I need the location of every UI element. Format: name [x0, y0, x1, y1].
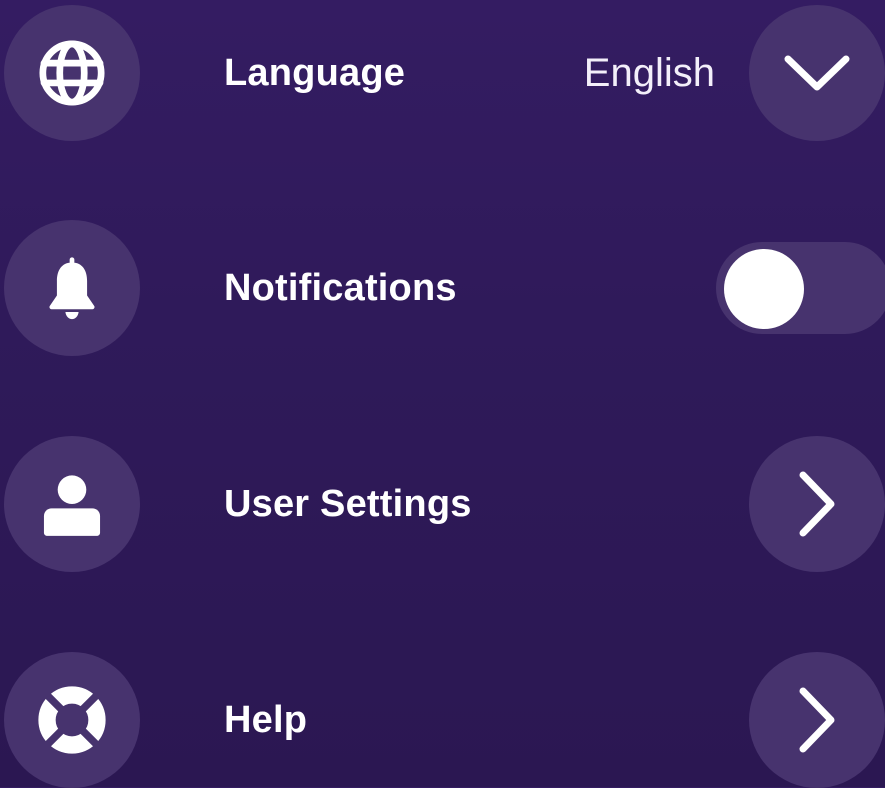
help-open-button[interactable]	[749, 652, 885, 788]
user-settings-label: User Settings	[224, 483, 472, 525]
settings-row-user-settings[interactable]: User Settings	[0, 436, 885, 572]
user-settings-open-button[interactable]	[749, 436, 885, 572]
language-label: Language	[224, 52, 406, 94]
notifications-label: Notifications	[224, 267, 457, 309]
settings-list: Language English Notifications User Sett…	[0, 0, 885, 788]
lifebuoy-icon	[4, 652, 140, 788]
chevron-down-icon	[784, 55, 850, 91]
settings-row-notifications[interactable]: Notifications	[0, 220, 885, 356]
settings-row-language[interactable]: Language English	[0, 5, 885, 141]
language-dropdown-button[interactable]	[749, 5, 885, 141]
toggle-knob	[724, 249, 804, 329]
help-label: Help	[224, 699, 308, 741]
bell-icon	[4, 220, 140, 356]
user-icon	[4, 436, 140, 572]
chevron-right-icon	[799, 471, 835, 537]
notifications-toggle[interactable]	[716, 242, 885, 334]
chevron-right-icon	[799, 687, 835, 753]
settings-row-help[interactable]: Help	[0, 652, 885, 788]
globe-icon	[4, 5, 140, 141]
language-value[interactable]: English	[584, 5, 715, 141]
